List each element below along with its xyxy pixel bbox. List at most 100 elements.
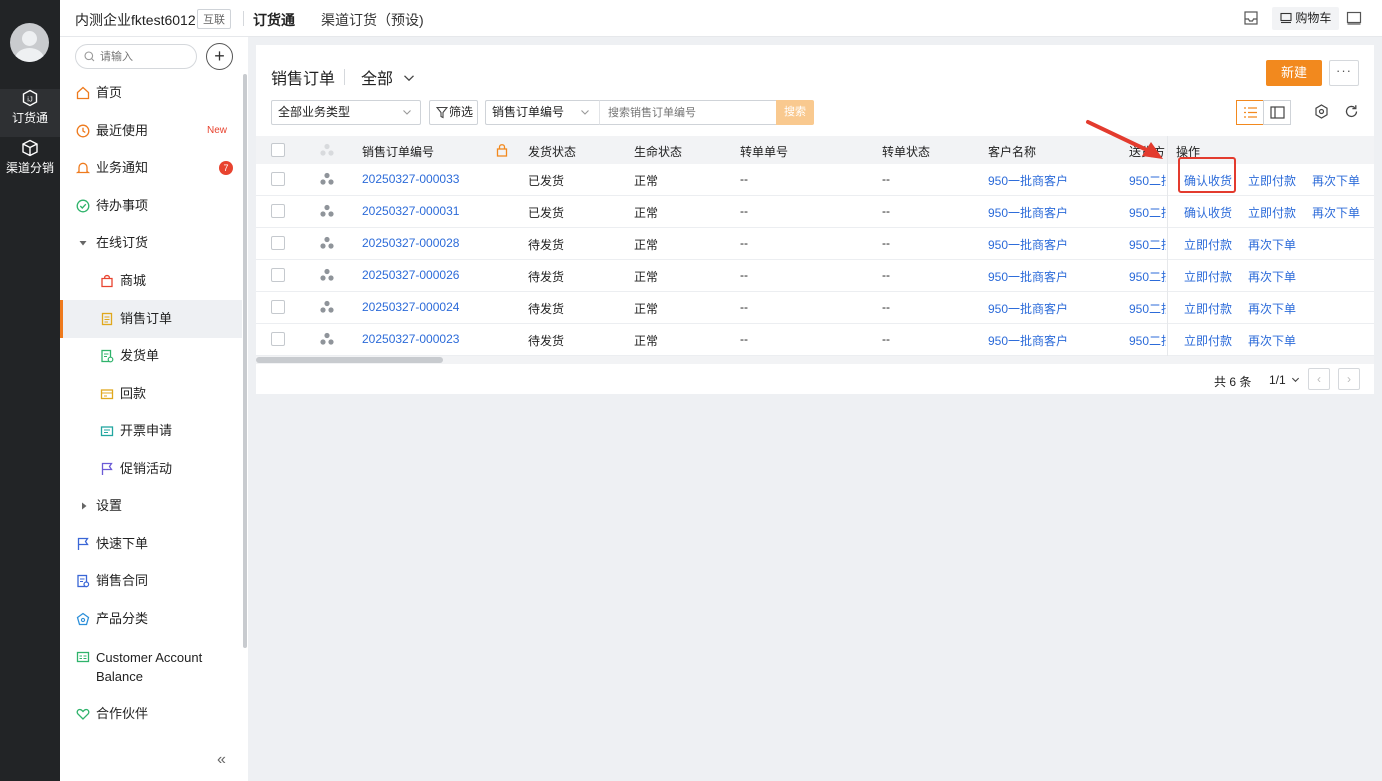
sidebar-search-input[interactable]: [100, 48, 190, 66]
sidebar-item-customer-balance[interactable]: Customer Account Balance: [60, 638, 242, 688]
column-header-transfer-status[interactable]: 转单状态: [882, 143, 930, 160]
pay-now-button[interactable]: 立即付款: [1184, 236, 1232, 253]
row-checkbox[interactable]: [271, 204, 285, 218]
row-checkbox[interactable]: [271, 332, 285, 346]
search-input[interactable]: [599, 100, 776, 125]
column-header-life-status[interactable]: 生命状态: [634, 143, 682, 160]
order-no-link[interactable]: 20250327-000033: [362, 172, 459, 186]
column-header-customer[interactable]: 客户名称: [988, 143, 1036, 160]
deliver-link[interactable]: 950二批: [1129, 268, 1166, 285]
sidebar-item-invoice[interactable]: 开票申请: [60, 412, 242, 450]
sidebar-item-category[interactable]: 产品分类: [60, 600, 242, 638]
split-view-toggle[interactable]: [1263, 100, 1291, 125]
sidebar-scrollbar[interactable]: [243, 74, 247, 648]
rail-item-distribution[interactable]: 渠道分销: [0, 139, 60, 187]
sidebar-item-todo[interactable]: 待办事项: [60, 187, 242, 225]
order-no-link[interactable]: 20250327-000031: [362, 204, 459, 218]
search-field-value: 销售订单编号: [492, 105, 565, 119]
table-row[interactable]: 20250327-000031 已发货 正常 -- -- 950一批商客户 950二批 确认收…: [256, 196, 1374, 228]
order-no-link[interactable]: 20250327-000028: [362, 236, 459, 250]
search-button[interactable]: 搜索: [776, 100, 814, 125]
table-row[interactable]: 20250327-000026 待发货 正常 -- -- 950一批商客户 950二批 立即付…: [256, 260, 1374, 292]
company-name[interactable]: 内测企业fktest6012: [75, 10, 196, 30]
column-header-ship-status[interactable]: 发货状态: [528, 143, 576, 160]
customer-link[interactable]: 950一批商客户: [988, 172, 1068, 189]
customer-link[interactable]: 950一批商客户: [988, 204, 1068, 221]
sidebar-search[interactable]: [75, 44, 197, 69]
sidebar-item-settings[interactable]: 设置: [60, 487, 242, 525]
search-field-select[interactable]: 销售订单编号: [485, 100, 599, 125]
sidebar-item-home[interactable]: 首页: [60, 74, 242, 112]
app-name[interactable]: 订货通: [253, 10, 295, 30]
table-row[interactable]: 20250327-000023 待发货 正常 -- -- 950一批商客户 950二批 立即付…: [256, 324, 1374, 356]
settings-icon[interactable]: [1314, 104, 1329, 119]
reorder-button[interactable]: 再次下单: [1248, 332, 1296, 349]
sidebar-item-delivery[interactable]: 发货单: [60, 337, 242, 375]
sidebar-item-payment[interactable]: 回款: [60, 375, 242, 413]
view-selector[interactable]: 全部: [361, 65, 415, 89]
deliver-link[interactable]: 950二批: [1129, 236, 1166, 253]
row-checkbox[interactable]: [271, 172, 285, 186]
sidebar-item-online-order[interactable]: 在线订货: [60, 224, 242, 262]
pay-now-button[interactable]: 立即付款: [1248, 172, 1296, 189]
customer-link[interactable]: 950一批商客户: [988, 268, 1068, 285]
select-all-checkbox[interactable]: [271, 143, 285, 157]
sidebar-item-label-line2: Balance: [96, 669, 143, 684]
deliver-link[interactable]: 950二批: [1129, 204, 1166, 221]
sidebar-item-promotion[interactable]: 促销活动: [60, 450, 242, 488]
reorder-button[interactable]: 再次下单: [1248, 268, 1296, 285]
column-header-order-no[interactable]: 销售订单编号: [362, 143, 434, 160]
table-row[interactable]: 20250327-000024 待发货 正常 -- -- 950一批商客户 950二批 立即付…: [256, 292, 1374, 324]
confirm-receipt-button[interactable]: 确认收货: [1184, 204, 1232, 221]
cart-button[interactable]: 购物车: [1272, 7, 1340, 30]
row-checkbox[interactable]: [271, 236, 285, 250]
reorder-button[interactable]: 再次下单: [1248, 236, 1296, 253]
sidebar-item-partner[interactable]: 合作伙伴: [60, 695, 242, 733]
customer-link[interactable]: 950一批商客户: [988, 300, 1068, 317]
sidebar-item-contract[interactable]: 销售合同: [60, 562, 242, 600]
pay-now-button[interactable]: 立即付款: [1184, 268, 1232, 285]
order-no-link[interactable]: 20250327-000026: [362, 268, 459, 282]
pay-now-button[interactable]: 立即付款: [1184, 300, 1232, 317]
collapse-sidebar-icon[interactable]: «: [217, 751, 226, 769]
row-checkbox[interactable]: [271, 300, 285, 314]
scrollbar-thumb[interactable]: [256, 357, 443, 363]
refresh-icon[interactable]: [1344, 104, 1359, 119]
row-checkbox[interactable]: [271, 268, 285, 282]
pay-now-button[interactable]: 立即付款: [1248, 204, 1296, 221]
horizontal-scrollbar[interactable]: [256, 356, 1374, 364]
reorder-button[interactable]: 再次下单: [1312, 204, 1360, 221]
sidebar-item-notifications[interactable]: 业务通知 7: [60, 149, 242, 187]
prev-page-button[interactable]: ‹: [1308, 368, 1330, 390]
deliver-link[interactable]: 950二批: [1129, 300, 1166, 317]
pay-now-button[interactable]: 立即付款: [1184, 332, 1232, 349]
sidebar-item-quick-order[interactable]: 快速下单: [60, 525, 242, 563]
reorder-button[interactable]: 再次下单: [1312, 172, 1360, 189]
avatar[interactable]: [10, 23, 49, 62]
order-no-link[interactable]: 20250327-000024: [362, 300, 459, 314]
rail-item-order-app[interactable]: iJ 订货通: [0, 89, 60, 137]
ship-status-cell: 已发货: [528, 174, 565, 188]
page-name[interactable]: 渠道订货（预设): [321, 10, 424, 30]
customer-link[interactable]: 950一批商客户: [988, 332, 1068, 349]
sidebar-item-sales-order[interactable]: 销售订单: [60, 300, 242, 338]
filter-button[interactable]: 筛选: [429, 100, 478, 125]
more-button[interactable]: ···: [1329, 60, 1359, 86]
next-page-button[interactable]: ›: [1338, 368, 1360, 390]
new-button[interactable]: 新建: [1266, 60, 1322, 86]
column-header-transfer-no[interactable]: 转单单号: [740, 143, 788, 160]
reorder-button[interactable]: 再次下单: [1248, 300, 1296, 317]
business-type-select[interactable]: 全部业务类型: [271, 100, 421, 125]
customer-link[interactable]: 950一批商客户: [988, 236, 1068, 253]
list-view-toggle[interactable]: [1236, 100, 1264, 125]
table-row[interactable]: 20250327-000028 待发货 正常 -- -- 950一批商客户 950二批 立即付…: [256, 228, 1374, 260]
sidebar-item-recent[interactable]: 最近使用 New: [60, 112, 242, 150]
deliver-link[interactable]: 950二批: [1129, 332, 1166, 349]
sidebar-item-mall[interactable]: 商城: [60, 262, 242, 300]
add-button[interactable]: +: [206, 43, 233, 70]
inbox-icon[interactable]: [1243, 10, 1259, 26]
order-no-link[interactable]: 20250327-000023: [362, 332, 459, 346]
deliver-link[interactable]: 950二批: [1129, 172, 1166, 189]
page-selector[interactable]: 1/1: [1269, 373, 1300, 387]
window-icon[interactable]: [1346, 10, 1362, 26]
